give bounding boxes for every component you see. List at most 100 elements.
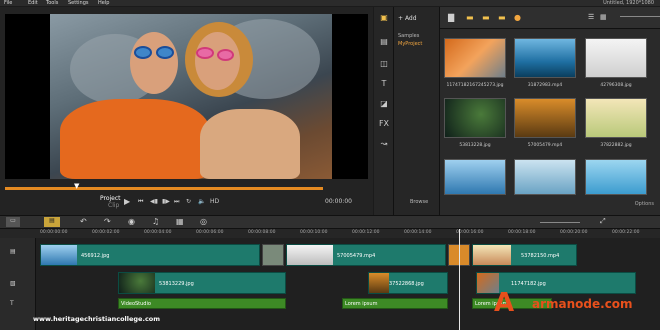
fit-timeline-icon[interactable]: ⤢ (600, 217, 606, 226)
watermark-text: www.heritagechristiancollege.com (33, 315, 161, 323)
library-panel: + Add Samples MyProject Browse ▇ ▬ ▬ ▬ ●… (394, 7, 660, 215)
sound-mixer-icon[interactable]: ♫ (152, 217, 159, 226)
title-track-icon[interactable]: T (10, 300, 14, 307)
clip-mode-label[interactable]: Clip (108, 202, 119, 209)
auto-music-icon[interactable]: ▦ (176, 217, 184, 226)
clip-label: 456912.jpg (81, 253, 110, 259)
clip-thumbnail (369, 273, 389, 293)
clip-label: 53782150.mp4 (521, 253, 560, 259)
ruler-mark: 00:00:14:00 (404, 230, 432, 235)
ruler-mark: 00:00:00:00 (40, 230, 68, 235)
thumbnail-8[interactable] (514, 159, 576, 195)
next-frame-icon[interactable]: ▮▶ (162, 198, 170, 205)
clip-label: VideoStudio (121, 301, 151, 307)
clip-label: 37522868.jpg (389, 281, 424, 287)
timecode[interactable]: 00:00:00 (325, 198, 352, 205)
menu-edit[interactable]: Edit (28, 0, 38, 6)
thumbnail-2[interactable] (514, 38, 576, 78)
timeline-toolbar: ▭ ▤ ↶ ↷ ◉ ♫ ▦ ◎ ⤢ (0, 215, 660, 229)
brand-logo-letter: A (494, 288, 515, 318)
play-icon[interactable]: ▶ (124, 197, 130, 206)
video-clip-2[interactable]: 57005479.mp4 (286, 244, 446, 266)
track-headers: ▤ ▧ T (0, 238, 36, 330)
timeline-view-icon[interactable]: ▤ (44, 217, 60, 227)
menu-file[interactable]: File (4, 0, 12, 6)
record-icon[interactable]: ◉ (128, 217, 135, 226)
redo-icon[interactable]: ↷ (104, 217, 111, 226)
graphic-icon[interactable]: ◪ (377, 99, 391, 111)
undo-icon[interactable]: ↶ (80, 217, 87, 226)
folder-myproject[interactable]: MyProject (396, 41, 436, 47)
ruler-mark: 00:00:22:00 (612, 230, 640, 235)
library-sidebar: ▣ ▤ ◫ T ◪ FX ↝ (374, 7, 394, 215)
thumbnail-6[interactable] (585, 98, 647, 138)
library-toolbar: ▇ ▬ ▬ ▬ ● ☰ ▦ (440, 7, 660, 29)
playback-controls: Project Clip ▶ ⏮ ◀▮ ▮▶ ⏭ ↻ 🔈 HD 00:00:00 (100, 195, 370, 213)
hd-toggle[interactable]: HD (210, 198, 219, 205)
transition-block[interactable] (262, 244, 284, 266)
thumbnail-4[interactable] (444, 98, 506, 138)
ruler-mark: 00:00:02:00 (92, 230, 120, 235)
menu-settings[interactable]: Settings (68, 0, 89, 6)
thumbnail-size-slider[interactable] (620, 16, 660, 17)
instant-project-icon[interactable]: ▤ (377, 37, 391, 49)
menu-tools[interactable]: Tools (46, 0, 58, 6)
title-icon[interactable]: T (377, 79, 391, 91)
overlay-clip-1[interactable]: 53813229.jpg (118, 272, 286, 294)
menu-help[interactable]: Help (98, 0, 109, 6)
list-view-icon[interactable]: ☰ (588, 13, 594, 21)
thumbnail-6-label: 37822882.jpg (600, 143, 632, 148)
sort-icon[interactable]: ● (514, 13, 521, 22)
browse-button[interactable]: Browse (410, 199, 428, 205)
scrubber-handle[interactable]: ▼ (74, 182, 79, 190)
clip-thumbnail (41, 245, 77, 265)
motion-tracking-icon[interactable]: ◎ (200, 217, 207, 226)
audio-filter-icon[interactable]: ▬ (498, 13, 506, 22)
brand-watermark: armanode.com (532, 297, 633, 311)
zoom-slider[interactable] (540, 222, 580, 223)
thumbnail-view-icon[interactable]: ▦ (600, 13, 607, 21)
folder-icon[interactable]: ▇ (448, 13, 454, 22)
storyboard-view-icon[interactable]: ▭ (6, 217, 20, 227)
home-icon[interactable]: ⏮ (138, 198, 143, 206)
thumbnail-1-label: 11747182167245273.jpg (446, 83, 504, 88)
video-filter-icon[interactable]: ▬ (466, 13, 474, 22)
add-folder-button[interactable]: + Add (398, 15, 417, 22)
thumbnail-3-label: 42796308.jpg (600, 83, 632, 88)
timeline-ruler[interactable]: 00:00:00:00 00:00:02:00 00:00:04:00 00:0… (0, 229, 660, 238)
end-icon[interactable]: ⏭ (174, 198, 179, 206)
title-clip-2[interactable]: Lorem ipsum (342, 298, 448, 309)
thumbnail-3[interactable] (585, 38, 647, 78)
timeline-playhead[interactable] (459, 229, 460, 330)
thumbnail-9[interactable] (585, 159, 647, 195)
folder-samples[interactable]: Samples (398, 33, 419, 39)
filter-icon[interactable]: FX (377, 119, 391, 131)
path-icon[interactable]: ↝ (377, 139, 391, 151)
preview-scrubber[interactable] (5, 187, 323, 190)
ruler-mark: 00:00:08:00 (248, 230, 276, 235)
thumbnail-5[interactable] (514, 98, 576, 138)
media-icon[interactable]: ▣ (377, 13, 391, 25)
thumbnail-1[interactable] (444, 38, 506, 78)
clip-label: 11747182.jpg (511, 281, 546, 287)
repeat-icon[interactable]: ↻ (186, 198, 191, 205)
thumbnail-4-label: 53813228.jpg (459, 143, 491, 148)
previous-frame-icon[interactable]: ◀▮ (150, 198, 158, 205)
clip-thumbnail (287, 245, 333, 265)
video-track-icon[interactable]: ▤ (10, 248, 16, 255)
transition-icon[interactable]: ◫ (377, 59, 391, 71)
thumbnail-7[interactable] (444, 159, 506, 195)
preview-image (50, 14, 332, 179)
overlay-track-icon[interactable]: ▧ (10, 280, 16, 287)
project-mode-label[interactable]: Project (100, 195, 121, 202)
title-clip-1[interactable]: VideoStudio (118, 298, 286, 309)
options-button[interactable]: Options (635, 201, 654, 207)
ruler-mark: 00:00:04:00 (144, 230, 172, 235)
video-clip-3[interactable]: 53782150.mp4 (472, 244, 577, 266)
library-folder-tree: + Add Samples MyProject Browse (394, 7, 440, 215)
volume-icon[interactable]: 🔈 (198, 198, 205, 205)
photo-filter-icon[interactable]: ▬ (482, 13, 490, 22)
video-clip-1[interactable]: 456912.jpg (40, 244, 260, 266)
menu-bar: File Edit Tools Settings Help Untitled, … (0, 0, 660, 6)
overlay-clip-2[interactable]: 37522868.jpg (368, 272, 448, 294)
